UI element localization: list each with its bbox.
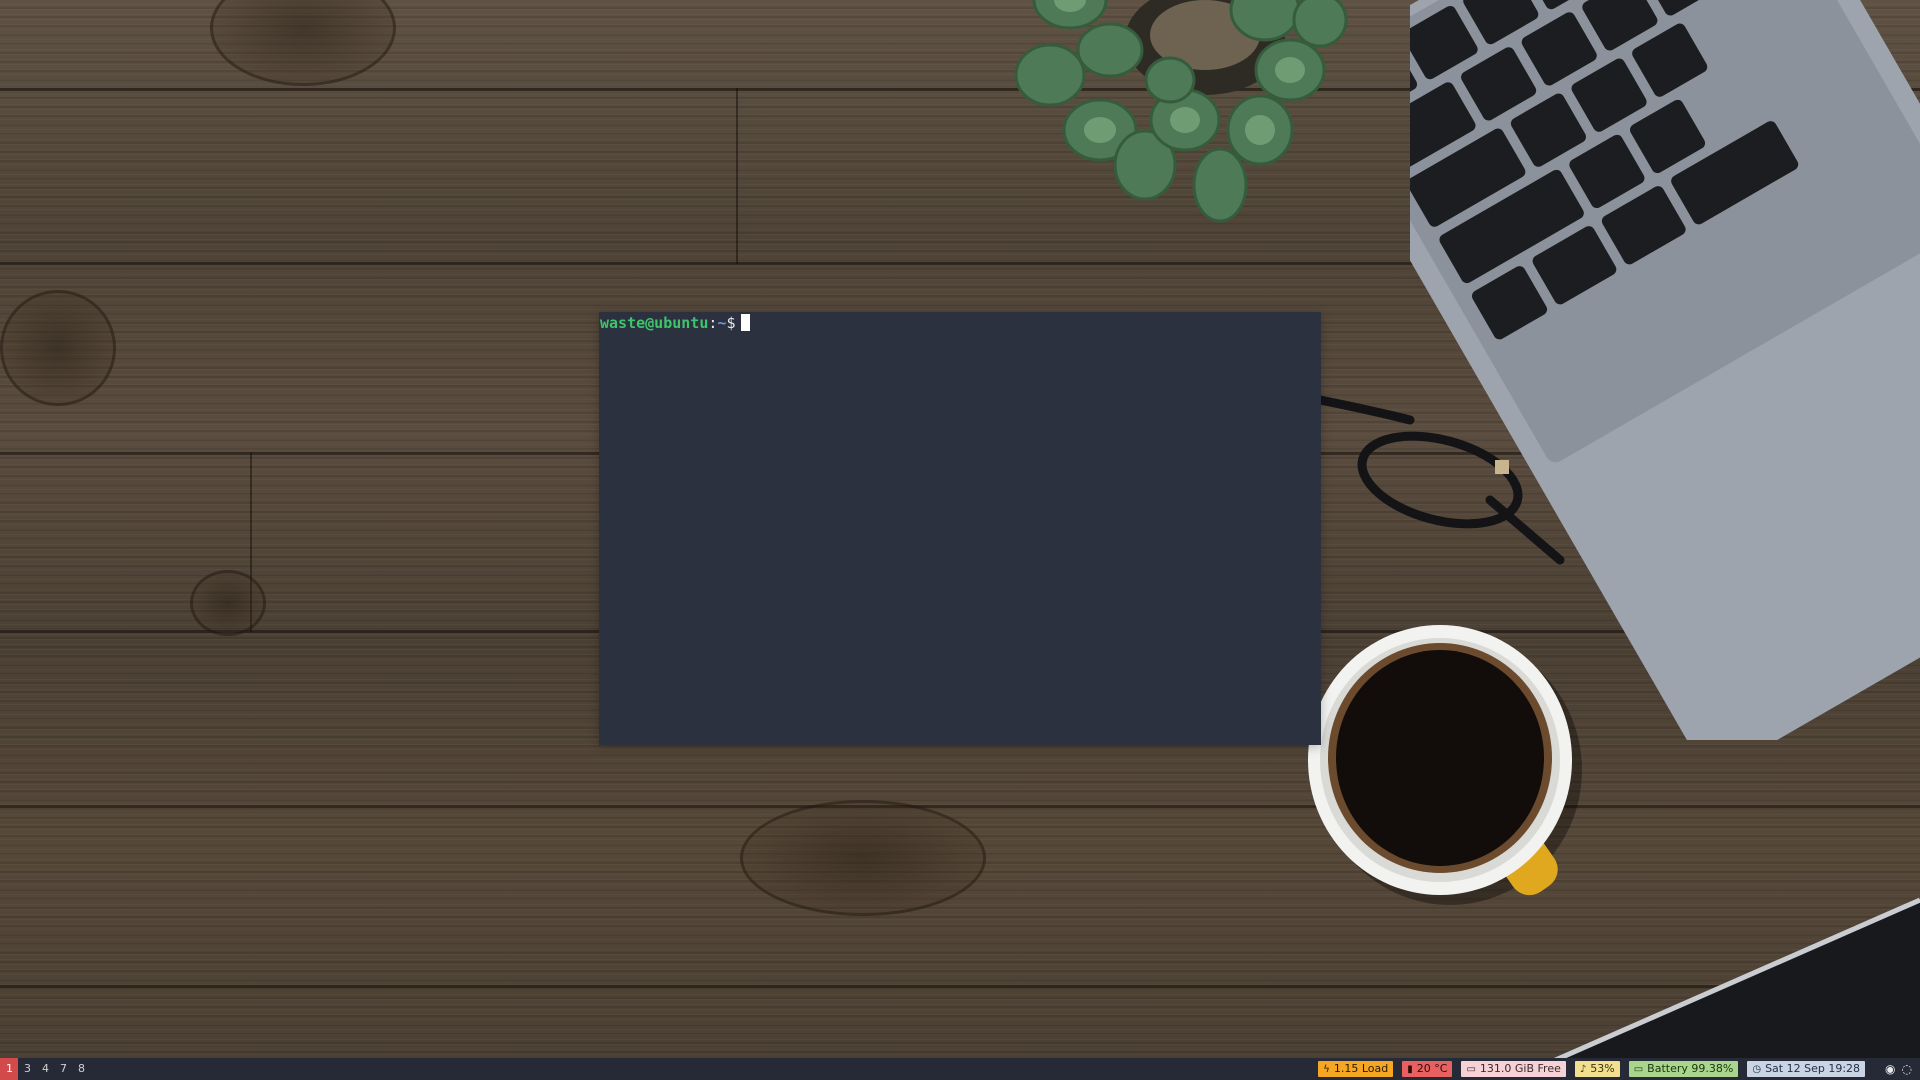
disk-icon: ▭ bbox=[1466, 1064, 1476, 1075]
prompt-symbol: $ bbox=[726, 314, 736, 332]
status-blocks: ϟ 1.15 Load ▮ 20 °C ▭ 131.0 GiB Free ♪ 53% ▭… bbox=[1309, 1058, 1920, 1080]
clock-icon: ◷ bbox=[1752, 1064, 1762, 1075]
load-block: ϟ 1.15 Load bbox=[1318, 1061, 1394, 1077]
battery-icon: ▭ bbox=[1633, 1064, 1644, 1075]
thermometer-icon: ▮ bbox=[1407, 1064, 1413, 1075]
discord-icon[interactable]: ◉ bbox=[1885, 1062, 1895, 1076]
wood-knot bbox=[0, 290, 116, 406]
text-cursor bbox=[741, 314, 751, 331]
load-text: 1.15 Load bbox=[1333, 1062, 1389, 1075]
workspace-1[interactable]: 1 bbox=[0, 1058, 18, 1080]
datetime-block: ◷ Sat 12 Sep 19:28 bbox=[1747, 1061, 1866, 1077]
temperature-text: 20 °C bbox=[1416, 1062, 1448, 1075]
succulent-plant-image bbox=[1014, 0, 1348, 223]
bell-icon: ♪ bbox=[1579, 1064, 1587, 1075]
wood-plank-seam bbox=[736, 88, 738, 264]
eyeglasses-image bbox=[1315, 395, 1565, 565]
prompt-user-host: waste@ubuntu bbox=[600, 314, 709, 332]
battery-text: Battery 99.38% bbox=[1647, 1062, 1734, 1075]
desktop-wallpaper: waste@ubuntu:~$ 1 3 4 7 8 ϟ 1.15 Load ▮ 20… bbox=[0, 0, 1920, 1080]
workspace-list: 1 3 4 7 8 bbox=[0, 1058, 90, 1080]
status-bar: 1 3 4 7 8 ϟ 1.15 Load ▮ 20 °C ▭ 131.0 GiB F… bbox=[0, 1058, 1920, 1080]
load-icon: ϟ bbox=[1323, 1064, 1330, 1075]
disk-text: 131.0 GiB Free bbox=[1479, 1062, 1561, 1075]
workspace-8[interactable]: 8 bbox=[72, 1058, 90, 1080]
terminal-window[interactable]: waste@ubuntu:~$ bbox=[599, 312, 1321, 745]
network-icon[interactable]: ◌ bbox=[1902, 1062, 1912, 1076]
wood-knot bbox=[740, 800, 986, 916]
volume-block: ♪ 53% bbox=[1574, 1061, 1620, 1077]
workspace-4[interactable]: 4 bbox=[36, 1058, 54, 1080]
volume-text: 53% bbox=[1590, 1062, 1615, 1075]
wood-plank-edge bbox=[0, 805, 1920, 808]
wood-knot bbox=[190, 570, 266, 636]
battery-block: ▭ Battery 99.38% bbox=[1628, 1061, 1739, 1077]
workspace-7[interactable]: 7 bbox=[54, 1058, 72, 1080]
prompt-line[interactable]: waste@ubuntu:~$ bbox=[600, 314, 751, 332]
disk-block: ▭ 131.0 GiB Free bbox=[1461, 1061, 1566, 1077]
system-tray: ◉ ◌ bbox=[1875, 1058, 1920, 1080]
workspace-3[interactable]: 3 bbox=[18, 1058, 36, 1080]
datetime-text: Sat 12 Sep 19:28 bbox=[1765, 1062, 1861, 1075]
wood-knot bbox=[210, 0, 396, 86]
temperature-block: ▮ 20 °C bbox=[1402, 1061, 1453, 1077]
tablet-image bbox=[1508, 897, 1920, 1080]
